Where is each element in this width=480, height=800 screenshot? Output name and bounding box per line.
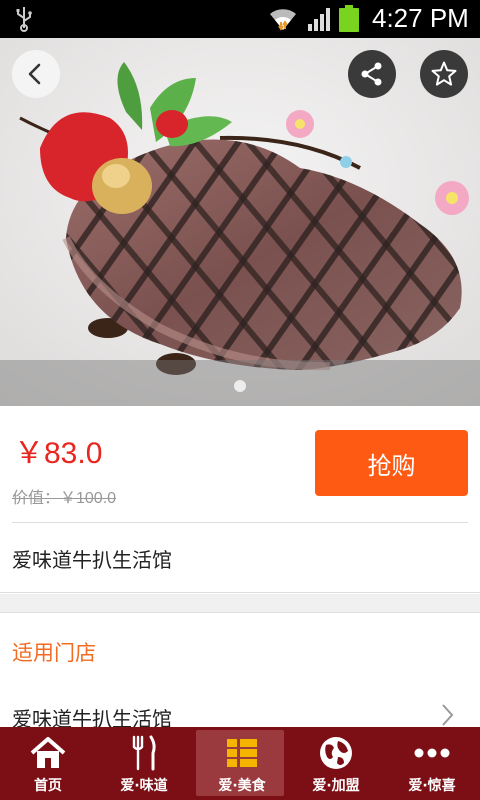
- tab-label: 爱·味道: [120, 778, 168, 794]
- grid-list-icon: [227, 739, 257, 767]
- buy-now-button[interactable]: 抢购: [315, 430, 468, 496]
- globe-icon: [320, 737, 352, 769]
- back-button[interactable]: [12, 50, 60, 98]
- share-icon: [361, 62, 382, 86]
- status-bar: 4:27 PM: [0, 0, 480, 38]
- tab-label: 爱·美食: [218, 778, 266, 794]
- product-info-panel: ￥83.0 价值：￥100.0 抢购 爱味道牛扒生活馆: [0, 406, 480, 594]
- usb-icon: [16, 7, 32, 32]
- grilled-steak-photo: [0, 38, 480, 406]
- applicable-stores-section: 适用门店 爱味道牛扒生活馆: [0, 612, 480, 732]
- current-price: ￥83.0: [14, 437, 103, 470]
- tab-surprise[interactable]: 爱·惊喜: [384, 727, 480, 800]
- bottom-tab-bar: 首页 爱·味道 爱·美食 爱·加盟 爱·惊喜: [0, 727, 480, 800]
- carousel-dot-active[interactable]: [234, 380, 246, 392]
- clock-time: 4:27 PM: [372, 3, 469, 33]
- product-image-carousel[interactable]: [0, 38, 480, 406]
- battery-icon: [339, 5, 359, 32]
- tab-label: 爱·惊喜: [408, 778, 456, 794]
- divider: [12, 522, 468, 523]
- chevron-right-icon: [442, 704, 454, 726]
- tab-label: 爱·加盟: [312, 778, 360, 794]
- share-button[interactable]: [348, 50, 396, 98]
- section-title: 适用门店: [12, 641, 96, 665]
- home-icon: [30, 737, 66, 768]
- star-icon: [431, 61, 457, 86]
- back-icon: [28, 63, 41, 85]
- shop-name[interactable]: 爱味道牛扒生活馆: [12, 544, 172, 573]
- tab-home[interactable]: 首页: [0, 727, 96, 800]
- original-price: 价值：￥100.0: [12, 490, 117, 507]
- more-dots-icon: [414, 748, 450, 758]
- wifi-icon: [270, 9, 296, 31]
- tab-label: 首页: [34, 778, 62, 794]
- fork-knife-icon: [132, 735, 156, 771]
- tab-taste[interactable]: 爱·味道: [96, 727, 192, 800]
- tab-food[interactable]: 爱·美食: [194, 727, 290, 800]
- favorite-button[interactable]: [420, 50, 468, 98]
- tab-franchise[interactable]: 爱·加盟: [288, 727, 384, 800]
- signal-icon: [308, 8, 330, 31]
- divider: [0, 592, 480, 593]
